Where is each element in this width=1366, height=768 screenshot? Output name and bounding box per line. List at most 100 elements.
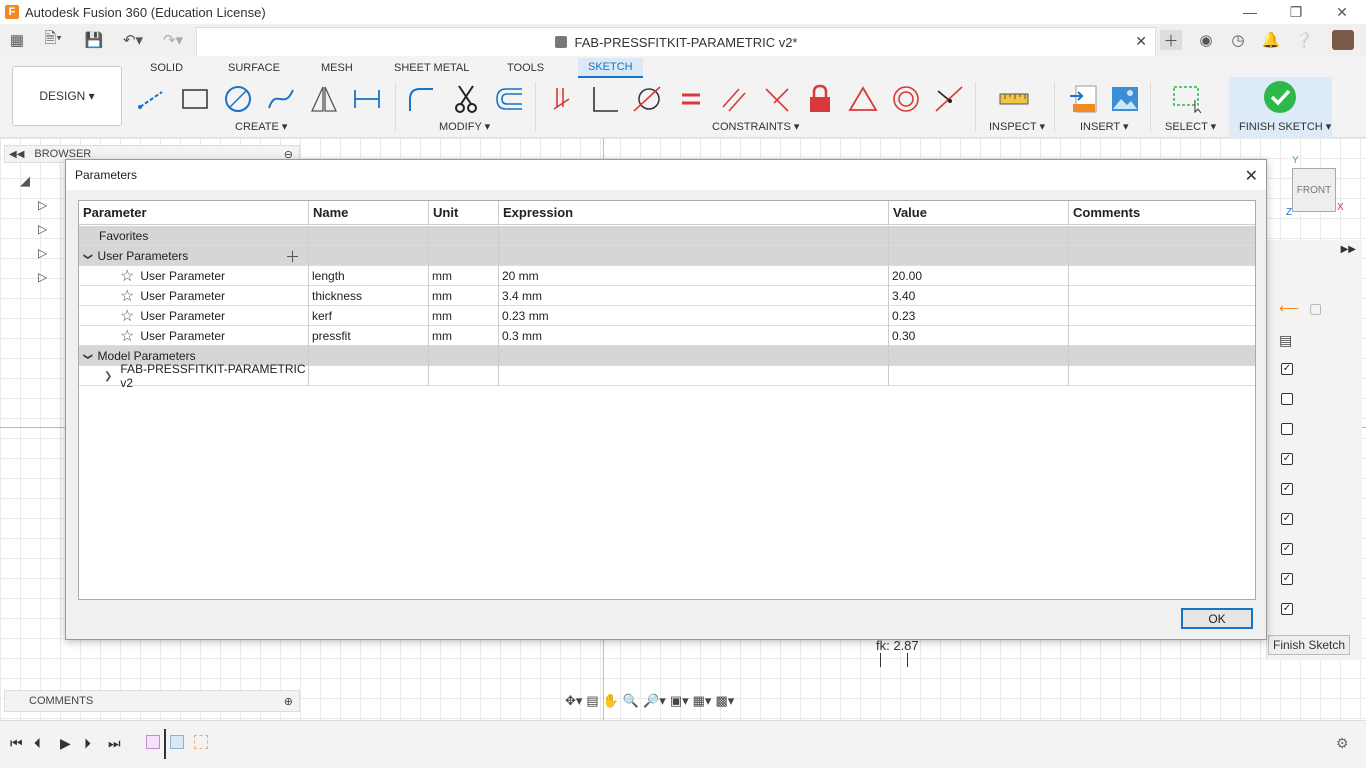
slice-icon[interactable]: ▢ xyxy=(1309,300,1322,317)
user-avatar[interactable] xyxy=(1332,30,1354,50)
expand-node-icon[interactable]: ▷ xyxy=(38,246,47,260)
tab-surface[interactable]: SURFACE xyxy=(228,58,280,78)
measure-icon[interactable] xyxy=(997,84,1031,114)
mirror-icon[interactable] xyxy=(307,84,341,114)
parameter-expression[interactable]: 0.23 mm xyxy=(499,306,889,326)
parameter-name[interactable]: pressfit xyxy=(309,326,429,346)
redo-icon[interactable]: ↷▾ xyxy=(158,30,188,50)
timeline-settings-gear-icon[interactable]: ⚙ xyxy=(1336,735,1349,752)
parameter-unit[interactable]: mm xyxy=(429,266,499,286)
collapse-browser-icon[interactable]: ◀◀ xyxy=(9,149,24,160)
job-status-icon[interactable]: ◷ xyxy=(1228,30,1248,50)
finish-sketch-button[interactable]: Finish Sketch xyxy=(1268,635,1350,655)
select-menu[interactable]: SELECT ▾ xyxy=(1165,120,1216,133)
expand-node-icon[interactable]: ▷ xyxy=(38,222,47,236)
step-back-icon[interactable]: ⏴ xyxy=(34,735,41,752)
table-row[interactable]: ❯ FAB-PRESSFITKIT-PARAMETRIC v2 xyxy=(79,362,1255,390)
favorite-star-icon[interactable]: ☆ xyxy=(120,326,134,346)
timeline-feature[interactable] xyxy=(194,735,208,749)
equal-icon[interactable] xyxy=(674,84,708,114)
parameter-unit[interactable]: mm xyxy=(429,326,499,346)
fillet-icon[interactable] xyxy=(403,84,437,114)
tab-mesh[interactable]: MESH xyxy=(321,58,353,78)
table-row[interactable]: ☆ User Parameter kerf mm 0.23 mm 0.23 xyxy=(79,306,1255,326)
insert-svg-icon[interactable] xyxy=(1066,84,1100,114)
help-icon[interactable]: ❔ xyxy=(1294,30,1314,50)
col-header-name[interactable]: Name xyxy=(309,201,429,225)
workspace-switcher[interactable]: DESIGN ▾ xyxy=(12,66,122,126)
sketch-grid-icon[interactable]: ▤ xyxy=(1279,332,1292,349)
grid-menu-icon[interactable]: ▦ xyxy=(8,30,26,50)
parameter-unit[interactable]: mm xyxy=(429,286,499,306)
parameter-comment[interactable] xyxy=(1069,266,1255,286)
fix-lock-icon[interactable] xyxy=(803,84,837,114)
file-menu-icon[interactable]: 🗎▾ xyxy=(38,30,68,50)
dimension-icon[interactable] xyxy=(350,84,384,114)
inspect-menu[interactable]: INSPECT ▾ xyxy=(989,120,1045,133)
insert-image-icon[interactable] xyxy=(1108,84,1142,114)
go-to-end-icon[interactable]: ⏭ xyxy=(108,735,121,752)
tab-solid[interactable]: SOLID xyxy=(150,58,183,78)
circle-icon[interactable] xyxy=(221,84,255,114)
perpendicular-icon[interactable] xyxy=(588,84,622,114)
document-tab[interactable]: FAB-PRESSFITKIT-PARAMETRIC v2* ✕ xyxy=(196,27,1156,56)
line-icon[interactable] xyxy=(135,84,169,114)
constraints-menu[interactable]: CONSTRAINTS ▾ xyxy=(712,120,799,133)
checkbox[interactable] xyxy=(1281,393,1293,405)
close-tab-icon[interactable]: ✕ xyxy=(1135,33,1147,50)
offset-icon[interactable] xyxy=(492,84,526,114)
save-icon[interactable]: 💾 xyxy=(84,30,104,50)
viewports-icon[interactable]: ▩▾ xyxy=(715,693,734,709)
expand-node-icon[interactable]: ▷ xyxy=(38,198,47,212)
notifications-icon[interactable]: 🔔 xyxy=(1262,30,1281,50)
tab-sheet-metal[interactable]: SHEET METAL xyxy=(394,58,469,78)
grid-settings-icon[interactable]: ▦▾ xyxy=(693,693,712,709)
add-comment-icon[interactable]: ⊕ xyxy=(284,695,293,708)
minimize-button[interactable]: — xyxy=(1227,0,1273,24)
insert-menu[interactable]: INSERT ▾ xyxy=(1080,120,1129,133)
checkbox[interactable]: ✓ xyxy=(1281,483,1293,495)
checkbox[interactable]: ✓ xyxy=(1281,363,1293,375)
parameter-name[interactable]: length xyxy=(309,266,429,286)
select-window-icon[interactable] xyxy=(1170,84,1204,114)
checkbox[interactable]: ✓ xyxy=(1281,543,1293,555)
collapse-chevron-icon[interactable]: ❯ xyxy=(82,252,93,260)
play-icon[interactable]: ▶ xyxy=(60,735,71,752)
go-to-start-icon[interactable]: ⏮ xyxy=(10,735,23,752)
ok-button[interactable]: OK xyxy=(1181,608,1253,629)
dialog-titlebar[interactable]: Parameters ✕ xyxy=(66,160,1266,190)
add-user-parameter-icon[interactable]: ＋ xyxy=(285,246,300,267)
parameter-expression[interactable]: 0.3 mm xyxy=(499,326,889,346)
favorites-group-row[interactable]: Favorites xyxy=(79,226,1255,246)
comments-panel-header[interactable]: COMMENTS ⊕ xyxy=(4,690,300,712)
midpoint-icon[interactable] xyxy=(846,84,880,114)
col-header-expression[interactable]: Expression xyxy=(499,201,889,225)
table-row[interactable]: ☆ User Parameter pressfit mm 0.3 mm 0.30 xyxy=(79,326,1255,346)
undo-icon[interactable]: ↶▾ xyxy=(118,30,148,50)
parameter-name[interactable]: thickness xyxy=(309,286,429,306)
parameter-expression[interactable]: 3.4 mm xyxy=(499,286,889,306)
favorite-star-icon[interactable]: ☆ xyxy=(120,306,134,326)
orbit-icon[interactable]: ✥▾ xyxy=(565,693,582,709)
display-settings-icon[interactable]: ▣▾ xyxy=(670,693,689,709)
parameter-comment[interactable] xyxy=(1069,306,1255,326)
col-header-value[interactable]: Value xyxy=(889,201,1069,225)
parameter-unit[interactable]: mm xyxy=(429,306,499,326)
col-header-comments[interactable]: Comments xyxy=(1069,201,1255,225)
col-header-unit[interactable]: Unit xyxy=(429,201,499,225)
rectangle-icon[interactable] xyxy=(178,84,212,114)
collinear-icon[interactable] xyxy=(932,84,966,114)
new-tab-icon[interactable]: ＋ xyxy=(1160,30,1182,50)
coincident-icon[interactable] xyxy=(545,84,579,114)
concentric-icon[interactable] xyxy=(889,84,923,114)
checkbox[interactable]: ✓ xyxy=(1281,603,1293,615)
checkbox[interactable]: ✓ xyxy=(1281,453,1293,465)
close-window-button[interactable]: ✕ xyxy=(1319,0,1365,24)
parameter-expression[interactable]: 20 mm xyxy=(499,266,889,286)
restore-button[interactable]: ❐ xyxy=(1273,0,1319,24)
perpendicular-constraint-icon[interactable] xyxy=(760,84,794,114)
browser-root-triangle-icon[interactable]: ◢ xyxy=(20,173,30,189)
extensions-icon[interactable]: ◉ xyxy=(1196,30,1216,50)
parameter-name[interactable]: kerf xyxy=(309,306,429,326)
fit-icon[interactable]: 🔎▾ xyxy=(643,693,666,709)
